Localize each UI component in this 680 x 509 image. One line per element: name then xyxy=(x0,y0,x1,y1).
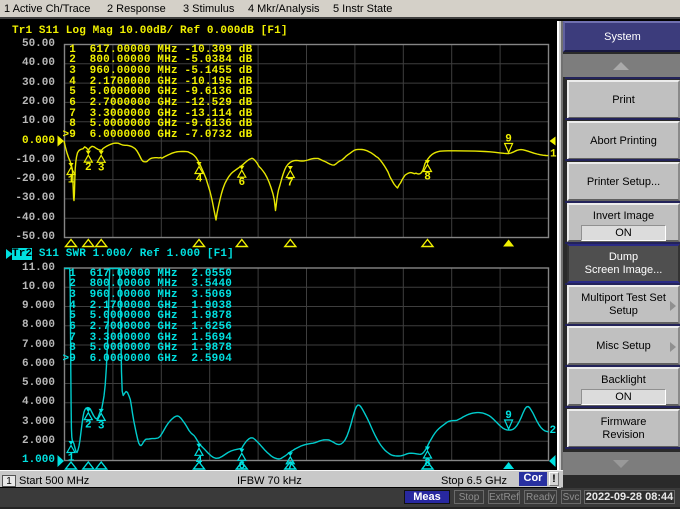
svg-text:3: 3 xyxy=(98,162,105,174)
svg-text:9: 9 xyxy=(505,134,512,146)
svg-text:7: 7 xyxy=(287,178,294,190)
svg-text:6: 6 xyxy=(238,177,245,189)
svg-text:8: 8 xyxy=(424,172,431,184)
svg-text:4: 4 xyxy=(196,174,203,186)
svg-text:1: 1 xyxy=(68,175,75,187)
svg-text:9: 9 xyxy=(505,410,512,422)
svg-text:2: 2 xyxy=(85,420,92,432)
svg-text:2: 2 xyxy=(85,162,92,174)
svg-text:2: 2 xyxy=(550,425,557,437)
svg-text:1: 1 xyxy=(550,149,557,161)
svg-text:3: 3 xyxy=(98,420,105,432)
